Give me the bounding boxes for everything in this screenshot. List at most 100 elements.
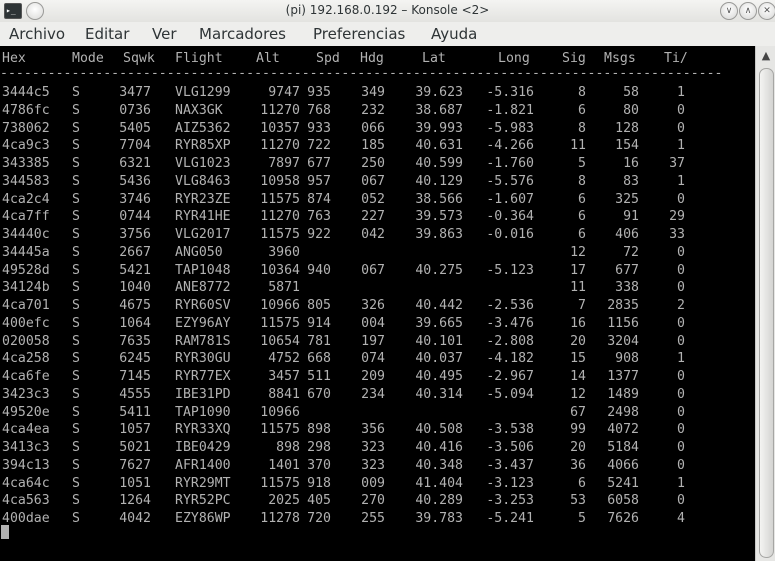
col-time: 1 <box>677 174 685 189</box>
col-msgs: 58 <box>623 85 639 100</box>
col-spd: 914 <box>307 316 331 331</box>
col-msgs: 1377 <box>607 369 639 384</box>
col-msgs: 80 <box>623 103 639 118</box>
col-flight: RYR52PC <box>175 493 231 508</box>
col-msgs: 338 <box>615 280 639 295</box>
col-hex: 738062 <box>2 121 50 136</box>
col-long: -3.506 <box>486 440 534 455</box>
col-sig: 36 <box>570 458 586 473</box>
col-time: 2 <box>677 298 685 313</box>
scroll-up-arrow-icon[interactable]: ▲ <box>760 50 772 62</box>
col-hex: 400efc <box>2 316 50 331</box>
col-flight: RYR77EX <box>175 369 231 384</box>
col-sqwk: 5021 <box>119 440 151 455</box>
col-time: 1 <box>677 476 685 491</box>
maximize-button[interactable]: ∧ <box>739 2 757 20</box>
col-sig: 16 <box>570 316 586 331</box>
col-sig: 6 <box>578 227 586 242</box>
col-time: 0 <box>677 387 685 402</box>
col-sqwk: 5421 <box>119 263 151 278</box>
scrollbar-thumb[interactable] <box>759 68 774 558</box>
col-sig: 12 <box>570 387 586 402</box>
col-lat: 40.599 <box>415 156 463 171</box>
window-title: (pi) 192.168.0.192 – Konsole <2> <box>285 3 490 17</box>
col-sqwk: 5436 <box>119 174 151 189</box>
col-hdg: 209 <box>361 369 385 384</box>
col-msgs: 406 <box>615 227 639 242</box>
col-sig: 11 <box>570 138 586 153</box>
menu-ver[interactable]: Ver <box>152 25 177 43</box>
col-alt: 10966 <box>260 298 300 313</box>
col-lat: 39.623 <box>415 85 463 100</box>
col-lat: 40.348 <box>415 458 463 473</box>
table-row: 4ca4ea S 1057 RYR33XQ 11575 898 356 40.508 -3.53… <box>0 421 755 439</box>
table-row: 34445a S 2667 ANG050 3960 12 72 0 <box>0 244 755 262</box>
col-alt: 10357 <box>260 121 300 136</box>
col-msgs: 83 <box>623 174 639 189</box>
col-long: -3.123 <box>486 476 534 491</box>
col-long: -1.760 <box>486 156 534 171</box>
col-flight: TAP1090 <box>175 405 231 420</box>
table-row: 3444c5 S 3477 VLG1299 9747 935 349 39.623 -5.316… <box>0 84 755 102</box>
table-row: 4ca64c S 1051 RYR29MT 11575 918 009 41.404 -3.12… <box>0 475 755 493</box>
col-lat: 38.687 <box>415 103 463 118</box>
col-alt: 11270 <box>260 103 300 118</box>
col-hex: 3413c3 <box>2 440 50 455</box>
col-msgs: 72 <box>623 245 639 260</box>
minimize-button[interactable]: ∨ <box>720 2 738 20</box>
col-sqwk: 1057 <box>119 422 151 437</box>
col-lat: 40.275 <box>415 263 463 278</box>
col-msgs: 1489 <box>607 387 639 402</box>
menu-editar[interactable]: Editar <box>85 25 129 43</box>
col-flight: RYR60SV <box>175 298 231 313</box>
col-sqwk: 0736 <box>119 103 151 118</box>
col-long: -3.538 <box>486 422 534 437</box>
close-button[interactable]: ✕ <box>758 2 775 20</box>
menu-marcadores[interactable]: Marcadores <box>199 25 286 43</box>
col-hex: 49520e <box>2 405 50 420</box>
col-msgs: 91 <box>623 209 639 224</box>
col-hex: 4786fc <box>2 103 50 118</box>
col-spd: 768 <box>307 103 331 118</box>
table-row: 4ca9c3 S 7704 RYR85XP 11270 722 185 40.631 -4.26… <box>0 137 755 155</box>
col-hdg: 009 <box>361 476 385 491</box>
col-spd: 405 <box>307 493 331 508</box>
col-spd: 933 <box>307 121 331 136</box>
col-sqwk: 7635 <box>119 334 151 349</box>
terminal-output[interactable]: Hex Mode Sqwk Flight Alt Spd Hdg Lat Long Sig Msgs… <box>0 46 755 561</box>
col-long: -5.316 <box>486 85 534 100</box>
menu-ayuda[interactable]: Ayuda <box>431 25 477 43</box>
col-lat: 40.508 <box>415 422 463 437</box>
table-row: 4ca701 S 4675 RYR60SV 10966 805 326 40.442 -2.53… <box>0 297 755 315</box>
title-bar[interactable]: ▸_ (pi) 192.168.0.192 – Konsole <2> ∨ ∧ … <box>0 0 775 22</box>
table-row: 34124b S 1040 ANE8772 5871 11 338 0 <box>0 279 755 297</box>
table-row: 400dae S 4042 EZY86WP 11278 720 255 39.783 -5.24… <box>0 510 755 528</box>
col-msgs: 4066 <box>607 458 639 473</box>
col-flight: EZY86WP <box>175 511 231 526</box>
table-row: 49520e S 5411 TAP1090 10966 67 2498 0 <box>0 404 755 422</box>
table-row: 020058 S 7635 RAM781S 10654 781 197 40.101 -2.80… <box>0 333 755 351</box>
vertical-scrollbar[interactable]: ▲ <box>755 46 775 561</box>
col-alt: 9747 <box>268 85 300 100</box>
table-row: 394c13 S 7627 AFR1400 1401 370 323 40.348 -3.437… <box>0 457 755 475</box>
col-spd: 805 <box>307 298 331 313</box>
col-long: -0.364 <box>486 209 534 224</box>
col-time: 1 <box>677 138 685 153</box>
col-sig: 67 <box>570 405 586 420</box>
col-long: -1.821 <box>486 103 534 118</box>
col-sqwk: 1040 <box>119 280 151 295</box>
col-alt: 11575 <box>260 192 300 207</box>
col-spd: 298 <box>307 440 331 455</box>
col-alt: 11278 <box>260 511 300 526</box>
col-long: -3.437 <box>486 458 534 473</box>
menu-archivo[interactable]: Archivo <box>9 25 65 43</box>
menu-preferencias[interactable]: Preferencias <box>313 25 405 43</box>
header-separator: ----------------------------------------… <box>0 66 723 81</box>
col-hex: 4ca6fe <box>2 369 50 384</box>
col-sig: 7 <box>578 298 586 313</box>
menu-bar: Archivo Editar Ver Marcadores Preferenci… <box>0 22 775 46</box>
col-lat: 39.573 <box>415 209 463 224</box>
col-msgs: 3204 <box>607 334 639 349</box>
col-sqwk: 7145 <box>119 369 151 384</box>
col-msgs: 4072 <box>607 422 639 437</box>
